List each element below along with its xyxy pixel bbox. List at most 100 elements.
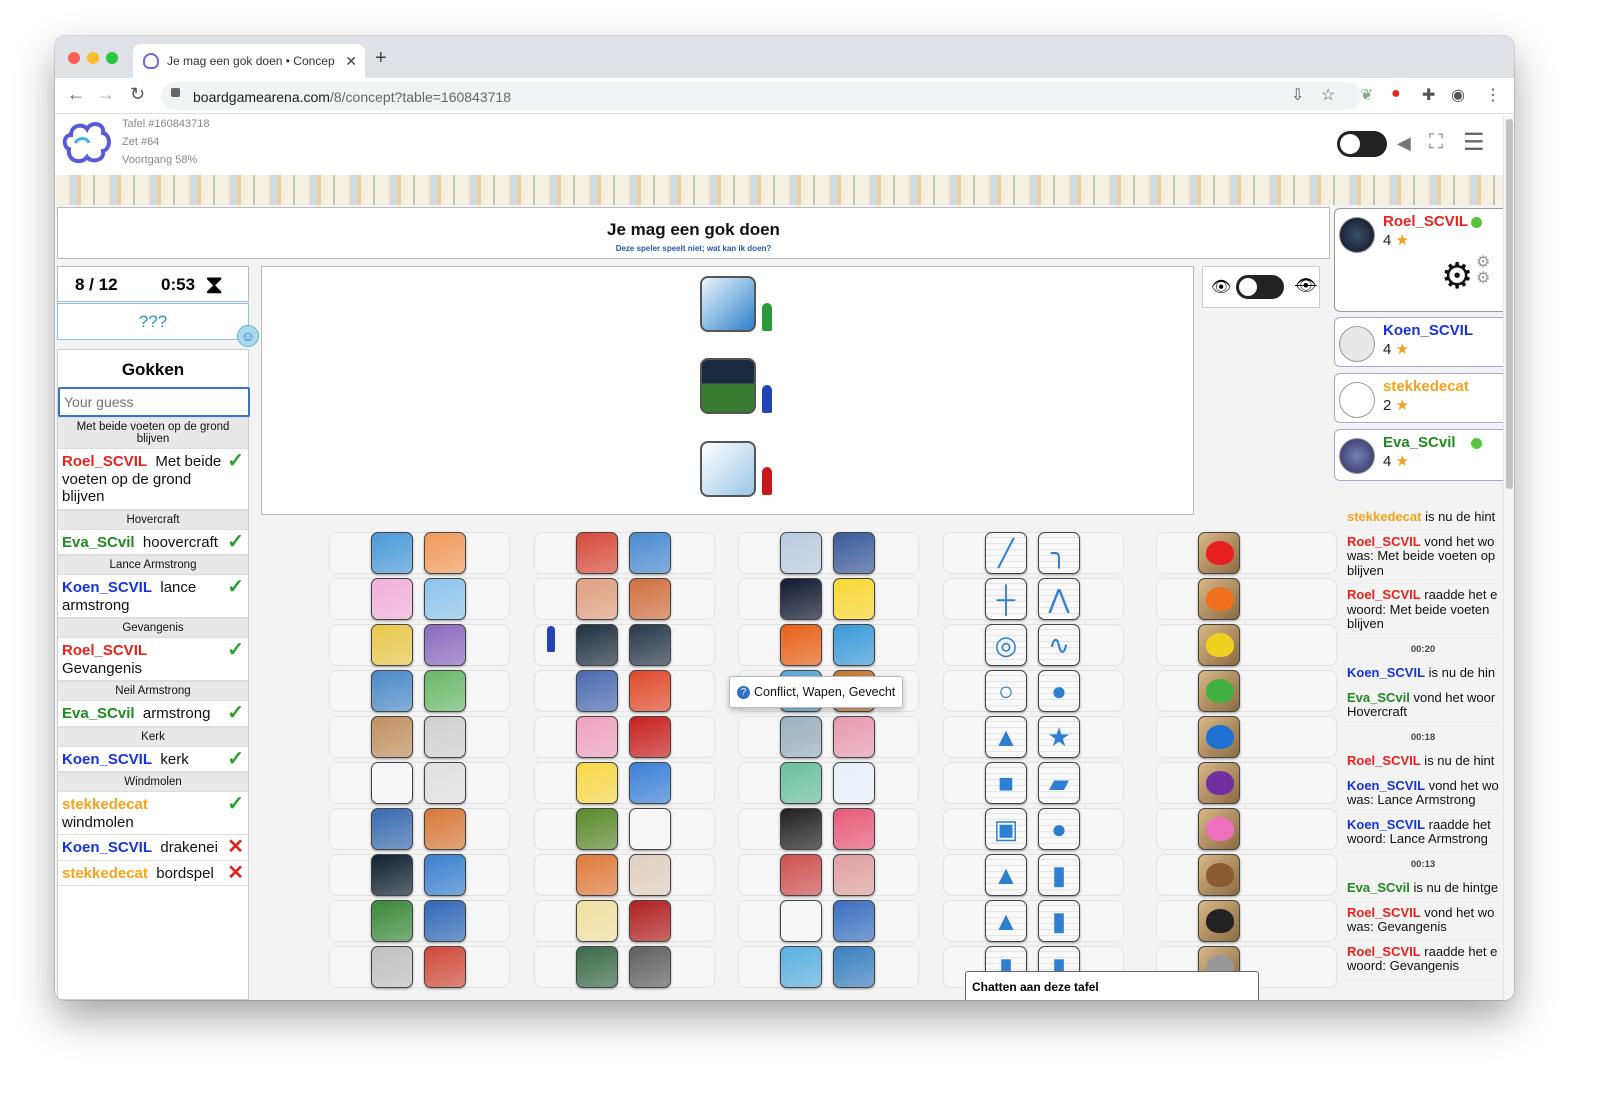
install-app-icon[interactable]: ⇩ [1291, 85, 1304, 105]
concept-icon[interactable] [780, 762, 822, 804]
concept-icon[interactable] [629, 854, 671, 896]
back-icon[interactable]: ← [67, 84, 85, 105]
player-avatar[interactable] [1339, 438, 1375, 474]
concept-icon[interactable] [629, 762, 671, 804]
concept-icon[interactable] [371, 716, 413, 758]
concept-icon[interactable] [629, 716, 671, 758]
concept-icon[interactable] [1198, 900, 1240, 942]
log-player-name[interactable]: Koen_SCVIL [1347, 665, 1425, 680]
concept-icon[interactable] [576, 762, 618, 804]
concept-icon[interactable]: ● [1038, 670, 1080, 712]
concept-icon[interactable] [576, 900, 618, 942]
settings-gear-icon[interactable]: ⚙ [1441, 255, 1473, 297]
concept-icon[interactable] [1198, 854, 1240, 896]
guess-player-name[interactable]: Eva_SCvil [62, 705, 135, 722]
concept-icon[interactable] [833, 532, 875, 574]
log-player-name[interactable]: Eva_SCvil [1347, 880, 1410, 895]
concept-icon[interactable] [424, 532, 466, 574]
concept-icon[interactable] [780, 624, 822, 666]
guess-input[interactable] [58, 387, 250, 417]
concept-icon[interactable] [1198, 578, 1240, 620]
placed-blue-pawn-icon[interactable] [547, 626, 555, 652]
log-player-name[interactable]: Roel_SCVIL [1347, 753, 1421, 768]
log-player-name[interactable]: stekkedecat [1347, 509, 1421, 524]
table-chat-tab[interactable]: Chatten aan deze tafel [965, 971, 1259, 1000]
player-avatar[interactable] [1339, 382, 1375, 418]
concept-icon[interactable] [424, 624, 466, 666]
concept-icon[interactable]: ▮ [1038, 854, 1080, 896]
guess-player-name[interactable]: Koen_SCVIL [62, 751, 152, 768]
concept-icon[interactable] [371, 578, 413, 620]
concept-icon[interactable] [424, 808, 466, 850]
player-panel[interactable]: Koen_SCVIL 4 ★ [1334, 317, 1503, 367]
concept-icon[interactable] [833, 946, 875, 988]
hamburger-menu-icon[interactable]: ☰ [1463, 128, 1485, 157]
concept-icon[interactable] [576, 808, 618, 850]
concept-icon[interactable]: ╱ [985, 532, 1027, 574]
bookmark-star-icon[interactable]: ☆ [1321, 85, 1335, 105]
concept-icon[interactable] [576, 716, 618, 758]
opera-extension-icon[interactable]: ● [1391, 85, 1401, 103]
concept-icon[interactable] [780, 578, 822, 620]
concept-icon[interactable] [629, 946, 671, 988]
concept-icon[interactable] [371, 532, 413, 574]
concept-icon[interactable] [424, 670, 466, 712]
concept-icon[interactable]: ▲ [985, 854, 1027, 896]
clue-card-airplane[interactable] [700, 441, 756, 497]
concept-icon[interactable] [371, 670, 413, 712]
player-name[interactable]: Eva_SCvil [1383, 434, 1456, 451]
log-player-name[interactable]: Roel_SCVIL [1347, 587, 1421, 602]
concept-icon[interactable] [1198, 532, 1240, 574]
concept-icon[interactable]: ╮ [1038, 532, 1080, 574]
browser-menu-icon[interactable]: ⋮ [1485, 85, 1501, 105]
concept-icon[interactable] [780, 808, 822, 850]
fullscreen-icon[interactable]: ⛶ [1429, 131, 1443, 154]
concept-icon[interactable] [576, 854, 618, 896]
player-panel[interactable]: Eva_SCvil 4 ★ [1334, 429, 1503, 481]
page-scrollbar[interactable] [1503, 115, 1514, 1000]
concept-icon[interactable]: ⋀ [1038, 578, 1080, 620]
concept-icon[interactable] [576, 670, 618, 712]
concept-icon[interactable] [629, 578, 671, 620]
clue-card-boat[interactable] [700, 276, 756, 332]
concept-icon[interactable] [833, 762, 875, 804]
concept-icon[interactable] [833, 624, 875, 666]
concept-icon[interactable] [1198, 624, 1240, 666]
log-player-name[interactable]: Eva_SCvil [1347, 690, 1410, 705]
concept-icon[interactable]: ┼ [985, 578, 1027, 620]
concept-icon[interactable] [780, 946, 822, 988]
guess-player-name[interactable]: Koen_SCVIL [62, 839, 152, 856]
concept-icon[interactable]: ▰ [1038, 762, 1080, 804]
player-panel[interactable]: stekkedecat 2 ★ [1334, 373, 1503, 423]
clue-card-turtle[interactable] [700, 358, 756, 414]
sound-icon[interactable]: ◀ [1397, 133, 1411, 154]
player-name[interactable]: Roel_SCVIL [1383, 213, 1468, 230]
concept-icon[interactable] [371, 624, 413, 666]
concept-icon[interactable] [1198, 670, 1240, 712]
concept-icon[interactable] [833, 854, 875, 896]
concept-icon[interactable] [424, 762, 466, 804]
close-tab-icon[interactable]: ✕ [345, 53, 357, 70]
bga-logo[interactable] [61, 119, 111, 165]
browser-tab[interactable]: Je mag een gok doen • Concep ✕ [133, 44, 365, 78]
concept-icon[interactable] [371, 808, 413, 850]
concept-icon[interactable] [833, 716, 875, 758]
player-name[interactable]: stekkedecat [1383, 378, 1469, 395]
log-player-name[interactable]: Koen_SCVIL [1347, 778, 1425, 793]
concept-icon[interactable] [371, 762, 413, 804]
lock-icon[interactable] [171, 88, 180, 97]
concept-icon[interactable] [1198, 716, 1240, 758]
visibility-toggle[interactable] [1236, 275, 1284, 299]
concept-icon[interactable] [629, 532, 671, 574]
concept-icon[interactable]: ★ [1038, 716, 1080, 758]
guess-player-name[interactable]: Eva_SCvil [62, 534, 135, 551]
player-name[interactable]: Koen_SCVIL [1383, 322, 1473, 339]
player-avatar[interactable] [1339, 217, 1375, 253]
concept-icon[interactable] [629, 900, 671, 942]
close-window-button[interactable] [68, 52, 80, 64]
guess-player-name[interactable]: Koen_SCVIL [62, 579, 152, 596]
concept-icon[interactable]: ▲ [985, 716, 1027, 758]
concept-icon[interactable] [576, 578, 618, 620]
concept-icon[interactable] [424, 900, 466, 942]
concept-icon[interactable] [780, 532, 822, 574]
